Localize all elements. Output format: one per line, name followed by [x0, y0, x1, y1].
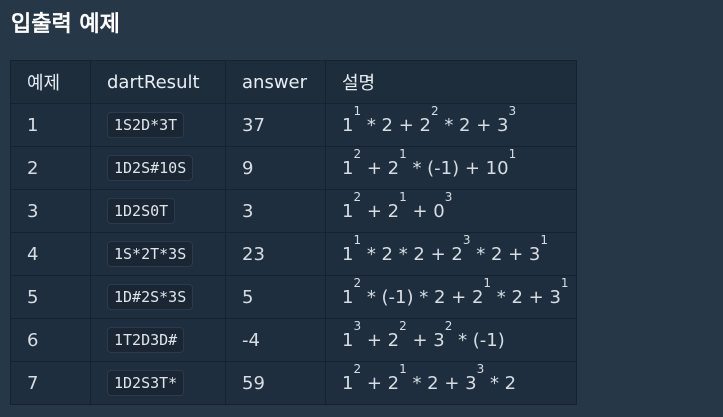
expression-text: 1: [342, 243, 354, 265]
header-dart-result: dartResult: [90, 60, 226, 104]
exponent: 1: [508, 146, 517, 161]
expression-text: + 2: [361, 200, 400, 222]
dart-result-code: 1D2S#10S: [107, 155, 194, 181]
cell-example-number: 3: [10, 189, 91, 233]
expression-text: * (-1) + 10: [406, 157, 509, 179]
exponent: 3: [462, 232, 471, 247]
cell-example-number: 6: [10, 318, 91, 362]
table-body: 1 1S2D*3T 37 11 * 2 + 22 * 2 + 33 2 1D2S#10S 9…: [10, 103, 577, 405]
table-row: 6 1T2D3D# -4 13 + 22 + 32 * (-1): [10, 318, 577, 362]
expression-text: 1: [342, 200, 354, 222]
exponent: 2: [353, 361, 362, 376]
cell-dart-result: 1D2S#10S: [90, 146, 226, 190]
exponent: 1: [353, 103, 362, 118]
examples-table: 예제 dartResult answer 설명 1 1S2D*3T 37 11 * 2…: [10, 60, 577, 405]
cell-answer: 23: [225, 232, 326, 276]
cell-example-number: 1: [10, 103, 91, 147]
expression-text: + 3: [406, 329, 445, 351]
expression-text: + 0: [406, 200, 445, 222]
header-explanation: 설명: [325, 60, 577, 104]
exponent: 2: [430, 103, 439, 118]
cell-dart-result: 1D2S0T: [90, 189, 226, 233]
table-row: 1 1S2D*3T 37 11 * 2 + 22 * 2 + 33: [10, 103, 577, 147]
table-row: 3 1D2S0T 3 12 + 21 + 03: [10, 189, 577, 233]
cell-dart-result: 1S*2T*3S: [90, 232, 226, 276]
exponent: 1: [483, 275, 492, 290]
exponent: 1: [560, 275, 569, 290]
exponent: 2: [353, 146, 362, 161]
expression-text: * 2 + 2: [361, 114, 431, 136]
dart-result-code: 1D2S3T*: [107, 370, 185, 396]
expression-text: * (-1) * 2 + 2: [361, 286, 484, 308]
exponent: 3: [476, 361, 485, 376]
exponent: 1: [353, 232, 362, 247]
cell-answer: 59: [225, 361, 326, 405]
table-row: 4 1S*2T*3S 23 11 * 2 * 2 + 23 * 2 + 31: [10, 232, 577, 276]
cell-example-number: 2: [10, 146, 91, 190]
cell-dart-result: 1T2D3D#: [90, 318, 226, 362]
expression-text: + 2: [361, 372, 400, 394]
expression-text: * 2 + 3: [470, 243, 541, 265]
expression-text: * 2: [484, 372, 517, 394]
cell-dart-result: 1D2S3T*: [90, 361, 226, 405]
cell-answer: 37: [225, 103, 326, 147]
cell-explanation: 12 + 21 + 03: [325, 189, 577, 233]
cell-answer: 3: [225, 189, 326, 233]
cell-explanation: 12 + 21 * 2 + 33 * 2: [325, 361, 577, 405]
cell-example-number: 7: [10, 361, 91, 405]
exponent: 1: [399, 189, 407, 204]
expression-text: + 2: [361, 329, 400, 351]
expression-text: * 2 + 3: [438, 114, 509, 136]
cell-explanation: 12 * (-1) * 2 + 21 * 2 + 31: [325, 275, 577, 319]
header-row: 예제 dartResult answer 설명: [10, 60, 577, 104]
cell-explanation: 13 + 22 + 32 * (-1): [325, 318, 577, 362]
expression-text: * 2 * 2 + 2: [361, 243, 463, 265]
exponent: 1: [399, 146, 407, 161]
dart-result-code: 1D2S0T: [107, 198, 176, 224]
exponent: 3: [444, 189, 453, 204]
table-row: 5 1D#2S*3S 5 12 * (-1) * 2 + 21 * 2 + 31: [10, 275, 577, 319]
exponent: 3: [353, 318, 362, 333]
table-row: 7 1D2S3T* 59 12 + 21 * 2 + 33 * 2: [10, 361, 577, 405]
cell-example-number: 4: [10, 232, 91, 276]
cell-explanation: 12 + 21 * (-1) + 101: [325, 146, 577, 190]
cell-example-number: 5: [10, 275, 91, 319]
exponent: 2: [399, 318, 407, 333]
header-example: 예제: [10, 60, 91, 104]
section-title: 입출력 예제: [11, 12, 120, 37]
exponent: 2: [444, 318, 453, 333]
cell-explanation: 11 * 2 * 2 + 23 * 2 + 31: [325, 232, 577, 276]
cell-answer: -4: [225, 318, 326, 362]
dart-result-code: 1S*2T*3S: [107, 241, 194, 267]
expression-text: * 2 + 3: [406, 372, 477, 394]
cell-answer: 9: [225, 146, 326, 190]
expression-text: 1: [342, 372, 354, 394]
expression-text: 1: [342, 329, 354, 351]
dart-result-code: 1S2D*3T: [107, 112, 185, 138]
expression-text: 1: [342, 286, 354, 308]
expression-text: 1: [342, 114, 354, 136]
cell-explanation: 11 * 2 + 22 * 2 + 33: [325, 103, 577, 147]
exponent: 2: [353, 275, 362, 290]
exponent: 3: [508, 103, 517, 118]
dart-result-code: 1T2D3D#: [107, 327, 185, 353]
expression-text: + 2: [361, 157, 400, 179]
exponent: 1: [399, 361, 407, 376]
expression-text: * 2 + 3: [491, 286, 561, 308]
dart-result-code: 1D#2S*3S: [107, 284, 194, 310]
expression-text: 1: [342, 157, 354, 179]
cell-dart-result: 1S2D*3T: [90, 103, 226, 147]
exponent: 1: [540, 232, 549, 247]
exponent: 2: [353, 189, 362, 204]
expression-text: * (-1): [452, 329, 505, 351]
table-row: 2 1D2S#10S 9 12 + 21 * (-1) + 101: [10, 146, 577, 190]
cell-answer: 5: [225, 275, 326, 319]
table-header: 예제 dartResult answer 설명: [10, 60, 577, 104]
header-answer: answer: [225, 60, 326, 104]
cell-dart-result: 1D#2S*3S: [90, 275, 226, 319]
